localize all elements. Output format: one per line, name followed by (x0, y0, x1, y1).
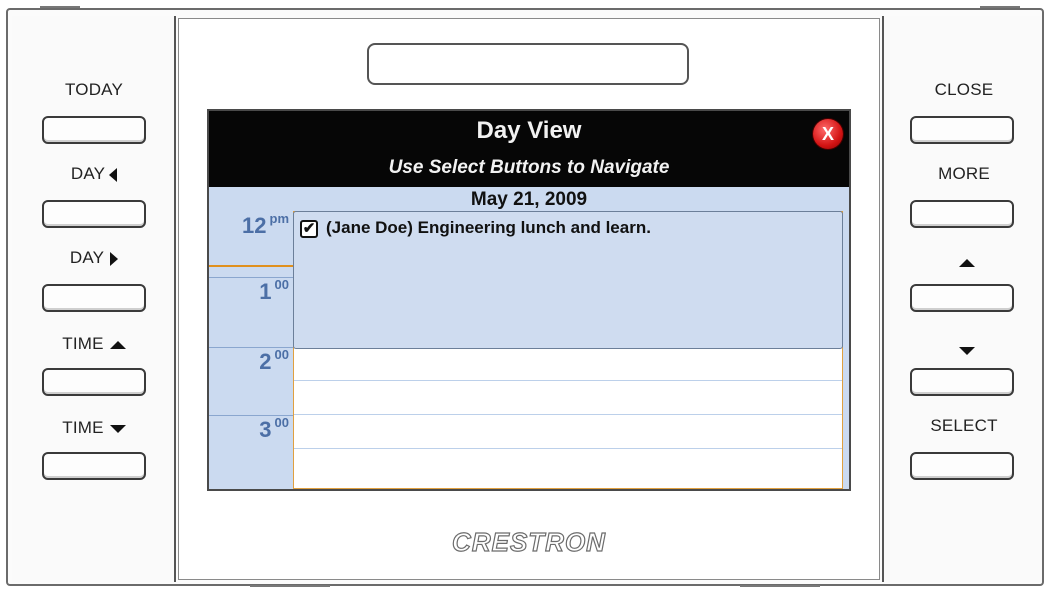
title-bar: Day View Use Select Buttons to Navigate … (209, 111, 849, 187)
lcd-screen: Day View Use Select Buttons to Navigate … (207, 109, 851, 491)
more-button[interactable] (910, 200, 1014, 228)
today-button[interactable] (42, 116, 146, 144)
center-panel: Day View Use Select Buttons to Navigate … (178, 18, 880, 580)
time-column: 12 pm 1 00 2 00 3 00 (209, 211, 293, 489)
frame-edge-mark (40, 6, 80, 8)
scroll-up-button[interactable] (910, 284, 1014, 312)
scroll-down-button[interactable] (910, 368, 1014, 396)
grid-line (294, 380, 842, 381)
scroll-up-label (894, 252, 1034, 272)
time-label: 12 pm (242, 211, 289, 238)
left-button-panel: TODAY DAY DAY TIME TIME (12, 16, 176, 582)
screen-title: Day View (476, 117, 582, 144)
day-forward-label: DAY (24, 248, 164, 268)
frame-edge-mark (250, 585, 330, 587)
frame-edge-mark (980, 6, 1020, 8)
up-triangle-icon (959, 258, 975, 267)
grid-line (294, 414, 842, 415)
close-label: CLOSE (934, 80, 994, 99)
down-triangle-icon (959, 346, 975, 355)
time-down-button[interactable] (42, 452, 146, 480)
right-button-panel: CLOSE MORE SELECT (882, 16, 1042, 582)
day-back-button[interactable] (42, 200, 146, 228)
select-label: SELECT (930, 416, 998, 435)
time-down-label: TIME (24, 418, 164, 438)
close-icon[interactable]: X (813, 119, 843, 149)
time-label: 1 00 (259, 277, 289, 304)
up-triangle-icon (109, 340, 126, 349)
ir-window (367, 43, 689, 85)
day-back-label: DAY (24, 164, 164, 184)
down-triangle-icon (109, 424, 126, 433)
today-label: TODAY (65, 80, 123, 99)
frame-edge-mark (740, 585, 820, 587)
time-label: 3 00 (259, 415, 289, 442)
screen-subtitle: Use Select Buttons to Navigate (388, 157, 670, 178)
scroll-down-label (894, 340, 1034, 360)
right-triangle-icon (110, 251, 119, 266)
event-title: (Jane Doe) Engineering lunch and learn. (326, 218, 651, 237)
time-up-button[interactable] (42, 368, 146, 396)
select-button[interactable] (910, 452, 1014, 480)
brand-logo: CRESTRON (451, 526, 606, 557)
event-item[interactable]: ✔ (Jane Doe) Engineering lunch and learn… (293, 211, 843, 349)
time-label: 2 00 (259, 347, 289, 374)
left-triangle-icon (109, 167, 118, 182)
more-label: MORE (938, 164, 990, 183)
current-time-indicator (209, 265, 293, 267)
checkmark-icon[interactable]: ✔ (300, 220, 318, 238)
close-button[interactable] (910, 116, 1014, 144)
grid-line (294, 448, 842, 449)
time-up-label: TIME (24, 334, 164, 354)
date-header: May 21, 2009 (470, 189, 588, 210)
day-forward-button[interactable] (42, 284, 146, 312)
